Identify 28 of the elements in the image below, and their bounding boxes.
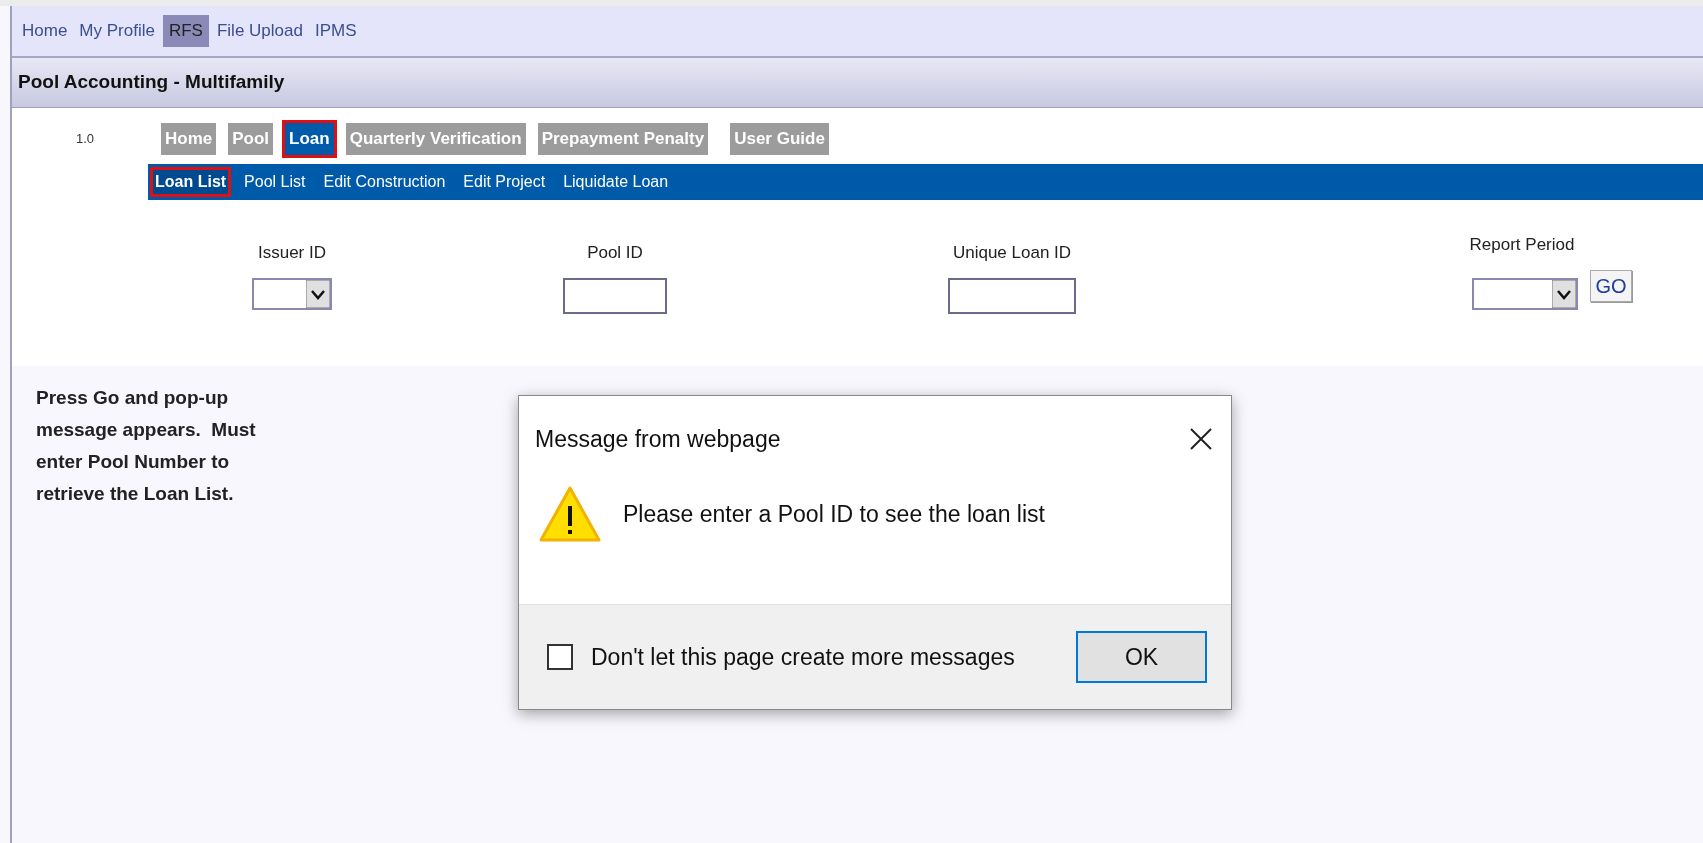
- input-field[interactable]: [563, 277, 667, 314]
- instruction-note: Press Go and pop-up message appears. Must enter Pool Number to retrieve the Loan List.: [36, 386, 257, 506]
- dropdown-arrow-icon: [306, 279, 330, 308]
- dropdown[interactable]: [1472, 277, 1579, 310]
- checkbox-label: Don't let this page create more messages: [591, 642, 1015, 672]
- dialog-message: Please enter a Pool ID to see the loan list: [623, 499, 1045, 529]
- field-label: Report Period: [1469, 234, 1575, 256]
- field-label: Pool ID: [587, 242, 643, 264]
- close-icon[interactable]: [1189, 427, 1213, 451]
- nav-link[interactable]: IPMS: [310, 15, 361, 47]
- go-button[interactable]: GO: [1590, 269, 1632, 302]
- tab[interactable]: Loan: [282, 120, 337, 158]
- dialog-title: Message from webpage: [535, 424, 781, 454]
- checkbox[interactable]: [547, 644, 573, 670]
- subnav-link[interactable]: Loan List: [150, 167, 232, 197]
- warning-icon: [539, 486, 601, 542]
- page-title: Pool Accounting - Multifamily: [18, 70, 285, 95]
- field-label: Unique Loan ID: [952, 242, 1072, 264]
- version-label: 1.0: [76, 130, 96, 149]
- dropdown-arrow-icon: [1552, 279, 1577, 308]
- input-field[interactable]: [948, 277, 1076, 314]
- dropdown[interactable]: [252, 277, 332, 310]
- nav-link[interactable]: RFS: [162, 15, 209, 47]
- nav-link[interactable]: Home: [18, 15, 72, 47]
- field-label: Issuer ID: [258, 242, 326, 264]
- nav-link[interactable]: My Profile: [75, 15, 159, 47]
- ok-button[interactable]: OK: [1076, 631, 1207, 683]
- nav-link[interactable]: File Upload: [212, 15, 307, 47]
